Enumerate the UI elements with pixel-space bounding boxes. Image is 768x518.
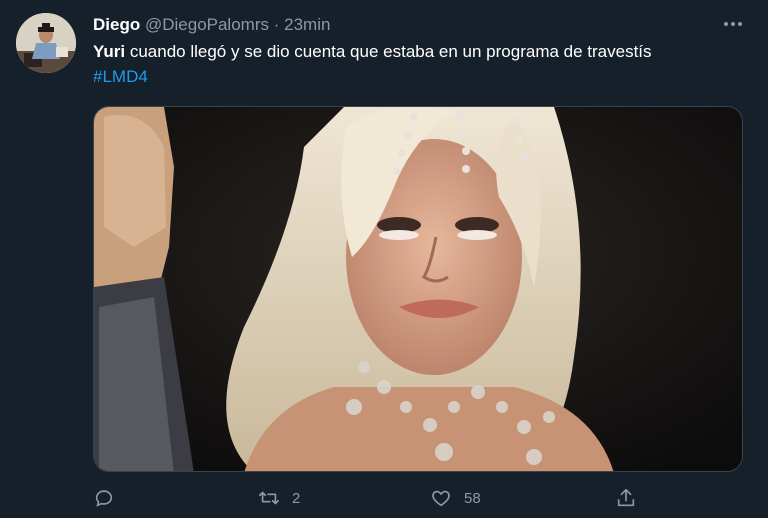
tweet-text: Yuri cuando llegó y se dio cuenta que es… [93,41,753,63]
tweet-actions: 2 58 [93,484,743,512]
tweet-header: Diego @DiegoPalomrs · 23min [93,14,330,36]
share-button[interactable] [615,484,637,512]
retweet-count: 2 [292,489,301,507]
reply-button[interactable] [93,484,127,512]
media-image [94,107,742,471]
reply-icon [95,490,113,507]
separator-dot: · [273,15,280,34]
like-count: 58 [464,489,481,507]
retweet-button[interactable]: 2 [258,484,300,512]
tweet-text-body: cuando llegó y se dio cuenta que estaba … [125,42,652,61]
retweet-icon [259,491,279,505]
tweet-media[interactable] [93,106,743,472]
avatar-image [16,13,76,73]
tweet-text-bold: Yuri [93,42,126,61]
author-handle[interactable]: @DiegoPalomrs [145,15,269,34]
share-icon [617,488,635,507]
author-name[interactable]: Diego [93,15,140,34]
hashtag-link[interactable]: #LMD4 [93,66,148,88]
tweet[interactable]: Diego @DiegoPalomrs · 23min Yuri cuando … [0,0,768,518]
like-button[interactable]: 58 [430,484,481,512]
more-options-icon[interactable] [718,14,748,38]
avatar[interactable] [16,13,76,73]
heart-icon [432,490,450,507]
tweet-time[interactable]: 23min [284,15,330,34]
